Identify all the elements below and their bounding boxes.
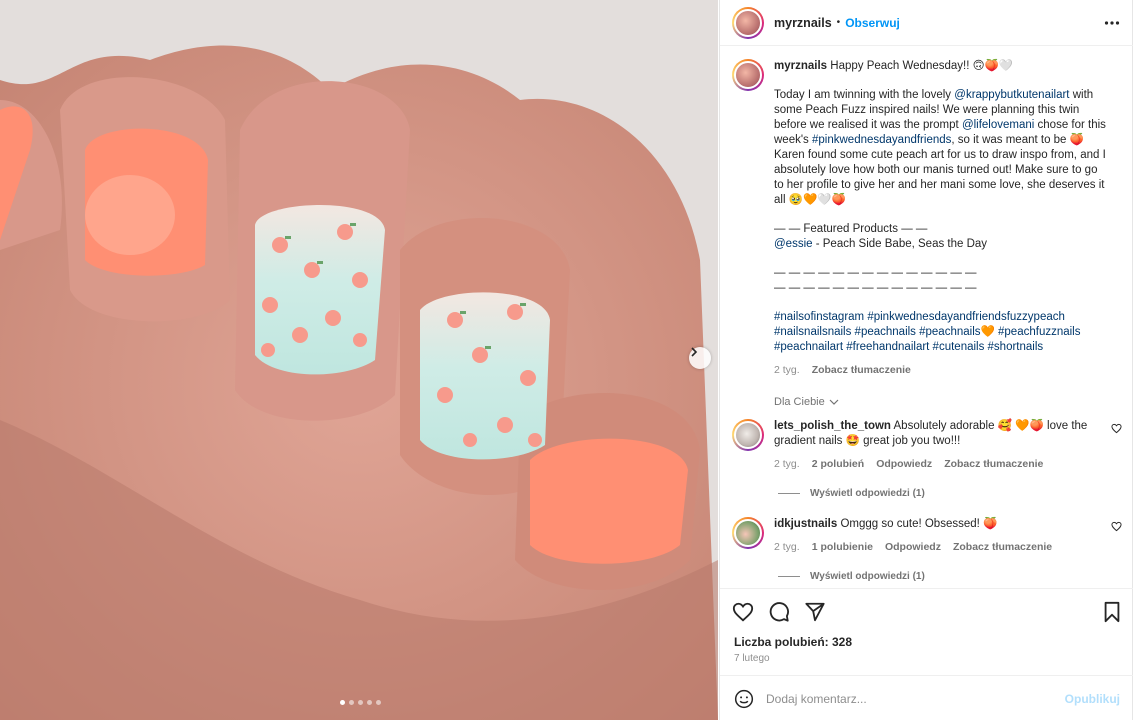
post-photo[interactable] (0, 0, 718, 720)
comment-avatar[interactable] (732, 517, 764, 549)
send-icon (805, 602, 825, 622)
avatar[interactable] (732, 6, 764, 39)
comments-scroll-area[interactable]: myrznails Happy Peach Wednesday!! 🙃🍑🤍 To… (720, 47, 1133, 587)
save-button[interactable] (1102, 601, 1122, 623)
bookmark-icon (1104, 601, 1120, 623)
heart-icon (1111, 521, 1122, 532)
header-separator: • (836, 17, 841, 28)
post-side-panel: myrznails • Obserwuj myrznails Happy Pea… (719, 0, 1133, 720)
view-replies-label: Wyświetl odpowiedzi (1) (810, 571, 925, 582)
more-options-button[interactable] (1104, 15, 1120, 34)
featured-heading: — — Featured Products — — (774, 223, 928, 235)
view-replies-button[interactable]: Wyświetl odpowiedzi (1) (778, 488, 925, 499)
view-replies-button[interactable]: Wyświetl odpowiedzi (1) (778, 571, 925, 582)
comment-text: Omggg so cute! Obsessed! 🍑 (840, 518, 998, 530)
comment-likes[interactable]: 1 polubienie (812, 540, 873, 555)
comment-time: 2 tyg. (774, 458, 800, 470)
carousel-dot-5 (376, 700, 381, 705)
next-photo-button[interactable] (689, 347, 711, 369)
post-actions: Liczba polubień: 328 7 lutego Opublikuj (720, 588, 1133, 720)
mention-lifelovemani[interactable]: @lifelovemani (962, 119, 1034, 131)
comment-avatar[interactable] (732, 419, 764, 451)
add-comment-bar: Opublikuj (720, 675, 1133, 721)
publish-button[interactable]: Opublikuj (1065, 692, 1120, 706)
reply-button[interactable]: Odpowiedz (885, 540, 941, 555)
caption-hashtags[interactable]: #nailsofinstagram #pinkwednesdayandfrien… (774, 310, 1109, 355)
comment-button[interactable] (768, 601, 790, 623)
comment-username[interactable]: lets_polish_the_town (774, 420, 891, 432)
like-button[interactable] (732, 601, 754, 623)
post-date: 7 lutego (734, 653, 770, 664)
share-button[interactable] (804, 601, 826, 623)
heart-icon (1111, 423, 1122, 434)
author-username[interactable]: myrznails (774, 16, 832, 30)
comment-item: lets_polish_the_town Absolutely adorable… (732, 419, 1122, 472)
caption-dashes: — — — — — — — — — — — — — — — — — — — — … (774, 267, 977, 294)
mention-essie[interactable]: @essie (774, 238, 813, 250)
emoji-button[interactable] (734, 689, 754, 709)
comment-like-button[interactable] (1111, 521, 1122, 535)
emoji-icon (734, 689, 754, 708)
heart-icon (732, 602, 754, 622)
caption-headline: Happy Peach Wednesday!! 🙃🍑🤍 (830, 60, 1014, 72)
comment-translate-link[interactable]: Zobacz tłumaczenie (944, 457, 1043, 472)
chevron-down-icon (829, 399, 839, 405)
replies-line (778, 493, 800, 494)
mention-krappybutkutenailart[interactable]: @krappybutkutenailart (954, 89, 1069, 101)
nails-illustration (0, 0, 718, 720)
comment-like-button[interactable] (1111, 423, 1122, 437)
featured-products: — — Featured Products — — @essie - Peach … (774, 222, 1109, 252)
post-caption: myrznails Happy Peach Wednesday!! 🙃🍑🤍 To… (732, 59, 1122, 378)
carousel-dot-4 (367, 700, 372, 705)
comment-time: 2 tyg. (774, 541, 800, 553)
comment-username[interactable]: idkjustnails (774, 518, 837, 530)
caption-translate-link[interactable]: Zobacz tłumaczenie (812, 363, 911, 378)
instagram-post-dialog: myrznails • Obserwuj myrznails Happy Pea… (0, 0, 1133, 720)
follow-button[interactable]: Obserwuj (845, 16, 900, 30)
post-header: myrznails • Obserwuj (720, 0, 1133, 46)
caption-text-1: Today I am twinning with the lovely (774, 89, 955, 101)
carousel-dot-1 (340, 700, 345, 705)
for-you-filter[interactable]: Dla Ciebie (774, 396, 839, 408)
carousel-dot-3 (358, 700, 363, 705)
comment-item: idkjustnails Omggg so cute! Obsessed! 🍑 … (732, 517, 1122, 555)
carousel-dot-2 (349, 700, 354, 705)
view-replies-label: Wyświetl odpowiedzi (1) (810, 488, 925, 499)
caption-username[interactable]: myrznails (774, 60, 827, 72)
replies-line (778, 576, 800, 577)
carousel-indicator (340, 700, 381, 705)
product-list: - Peach Side Babe, Seas the Day (812, 238, 988, 250)
caption-paragraph: Today I am twinning with the lovely @kra… (774, 88, 1109, 208)
comment-translate-link[interactable]: Zobacz tłumaczenie (953, 540, 1052, 555)
comment-likes[interactable]: 2 polubień (812, 457, 865, 472)
for-you-label: Dla Ciebie (774, 396, 825, 408)
comment-input[interactable] (766, 691, 1065, 706)
more-dots-icon (1104, 21, 1120, 25)
comment-icon (769, 602, 789, 622)
reply-button[interactable]: Odpowiedz (876, 457, 932, 472)
hashtag-pinkwednesdayandfriends[interactable]: #pinkwednesdayandfriends (812, 134, 951, 146)
caption-time: 2 tyg. (774, 364, 800, 376)
likes-count[interactable]: Liczba polubień: 328 (734, 635, 852, 649)
chevron-right-icon (691, 347, 698, 357)
caption-avatar[interactable] (732, 59, 764, 91)
